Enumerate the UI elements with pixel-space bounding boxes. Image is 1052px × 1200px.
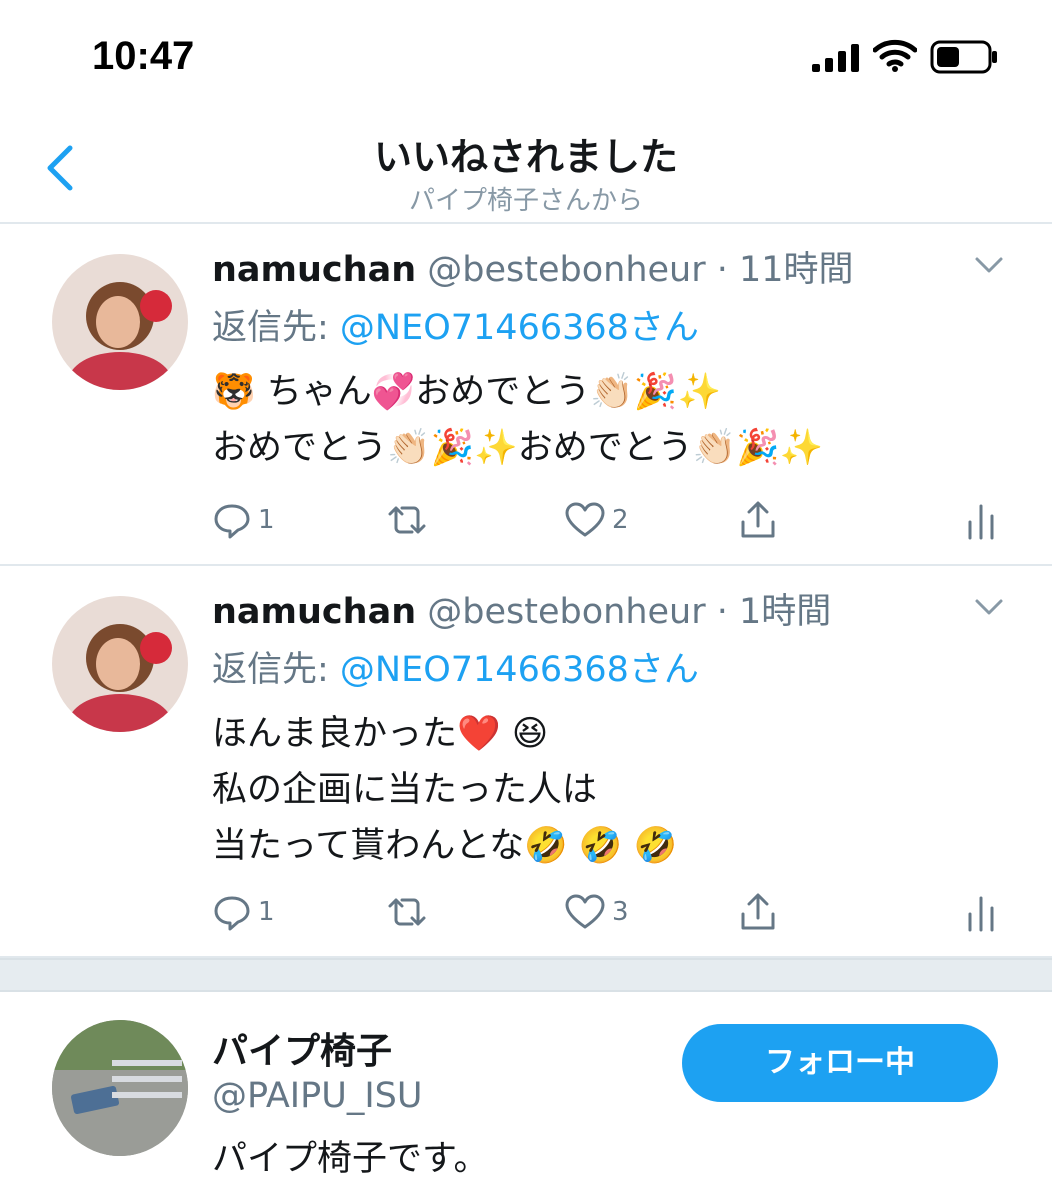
reply-context: 返信先: @NEO71466368さん: [212, 650, 1012, 690]
analytics-button[interactable]: [966, 890, 996, 934]
heart-icon: [565, 894, 605, 929]
retweet-button[interactable]: [384, 890, 430, 934]
share-icon: [741, 501, 775, 538]
following-button[interactable]: フォロー中: [682, 1024, 998, 1102]
retweet-button[interactable]: [384, 498, 430, 542]
reply-context: 返信先: @NEO71466368さん: [212, 308, 1012, 348]
tweet-text-line: おめでとう👏🏻🎉✨おめでとう👏🏻🎉✨: [212, 428, 824, 468]
author-handle[interactable]: @bestebonheur: [427, 250, 705, 290]
retweet-icon: [388, 898, 426, 926]
analytics-icon: [968, 504, 994, 540]
reply-icon: [214, 504, 250, 539]
user-card[interactable]: パイプ椅子 @PAIPU_ISU パイプ椅子です。 フォロー中: [0, 990, 1052, 1200]
tweet-time: · 11時間: [716, 250, 854, 290]
author-handle[interactable]: @bestebonheur: [427, 592, 705, 632]
reply-button[interactable]: 1: [212, 498, 275, 542]
analytics-button[interactable]: [966, 498, 996, 542]
author-name[interactable]: namuchan: [212, 592, 416, 632]
status-time: 10:47: [92, 34, 195, 78]
analytics-icon: [968, 896, 994, 932]
avatar[interactable]: [52, 254, 188, 390]
tweet[interactable]: namuchan @bestebonheur · 11時間 返信先: @NEO7…: [0, 224, 1052, 566]
share-icon: [741, 893, 775, 930]
section-divider: [0, 958, 1052, 992]
tweet[interactable]: namuchan @bestebonheur · 1時間 返信先: @NEO71…: [0, 566, 1052, 958]
reply-label: 返信先:: [212, 308, 340, 348]
like-count: 2: [612, 505, 629, 535]
like-count: 3: [612, 897, 629, 927]
user-name[interactable]: パイプ椅子: [212, 1022, 392, 1074]
tweet-text-line: ほんま良かった❤️ 😆: [212, 714, 549, 754]
reply-to-link[interactable]: @NEO71466368さん: [340, 650, 699, 690]
tweet-actions: 1 3: [212, 890, 1012, 934]
user-bio: パイプ椅子です。: [212, 1139, 489, 1179]
tweet-text-line: 私の企画に当たった人は: [212, 770, 598, 810]
reply-label: 返信先:: [212, 650, 340, 690]
tweet-body: namuchan @bestebonheur · 11時間 返信先: @NEO7…: [212, 250, 1012, 476]
wifi-icon: [873, 39, 917, 72]
heart-icon: [565, 502, 605, 537]
tweet-header: namuchan @bestebonheur · 11時間: [212, 250, 1012, 290]
cellular-signal-icon: [812, 44, 859, 72]
tweet-body: namuchan @bestebonheur · 1時間 返信先: @NEO71…: [212, 592, 1012, 874]
tweet-text: ほんま良かった❤️ 😆 私の企画に当たった人は 当たって貰わんとな🤣 🤣 🤣: [212, 706, 1012, 874]
share-button[interactable]: [738, 890, 778, 934]
reply-icon: [214, 896, 250, 931]
avatar-photo: [52, 1020, 188, 1156]
like-button[interactable]: 3: [564, 890, 629, 934]
avatar-photo: [52, 596, 188, 732]
reply-button[interactable]: 1: [212, 890, 275, 934]
tweet-header: namuchan @bestebonheur · 1時間: [212, 592, 1012, 632]
tweet-actions: 1 2: [212, 498, 1012, 542]
tweet-text: 🐯 ちゃん💞おめでとう👏🏻🎉✨ おめでとう👏🏻🎉✨おめでとう👏🏻🎉✨: [212, 364, 1012, 476]
reply-count: 1: [258, 897, 275, 927]
tweet-text-line: 当たって貰わんとな🤣 🤣 🤣: [212, 826, 678, 866]
author-name[interactable]: namuchan: [212, 250, 416, 290]
user-avatar[interactable]: [52, 1020, 188, 1156]
status-bar: 10:47: [0, 0, 1052, 110]
tweet-text-line: 🐯 ちゃん💞おめでとう👏🏻🎉✨: [212, 372, 722, 412]
page-title: いいねされました: [373, 135, 678, 179]
like-button[interactable]: 2: [564, 498, 629, 542]
navigation-bar: いいねされました パイプ椅子さんから: [0, 110, 1052, 224]
avatar-photo: [52, 254, 188, 390]
avatar[interactable]: [52, 596, 188, 732]
reply-to-link[interactable]: @NEO71466368さん: [340, 308, 699, 348]
share-button[interactable]: [738, 498, 778, 542]
retweet-icon: [388, 506, 426, 534]
battery-icon: [930, 40, 997, 74]
page-subtitle: パイプ椅子さんから: [408, 186, 643, 216]
user-handle[interactable]: @PAIPU_ISU: [212, 1076, 423, 1116]
reply-count: 1: [258, 505, 275, 535]
tweet-time: · 1時間: [716, 592, 832, 632]
